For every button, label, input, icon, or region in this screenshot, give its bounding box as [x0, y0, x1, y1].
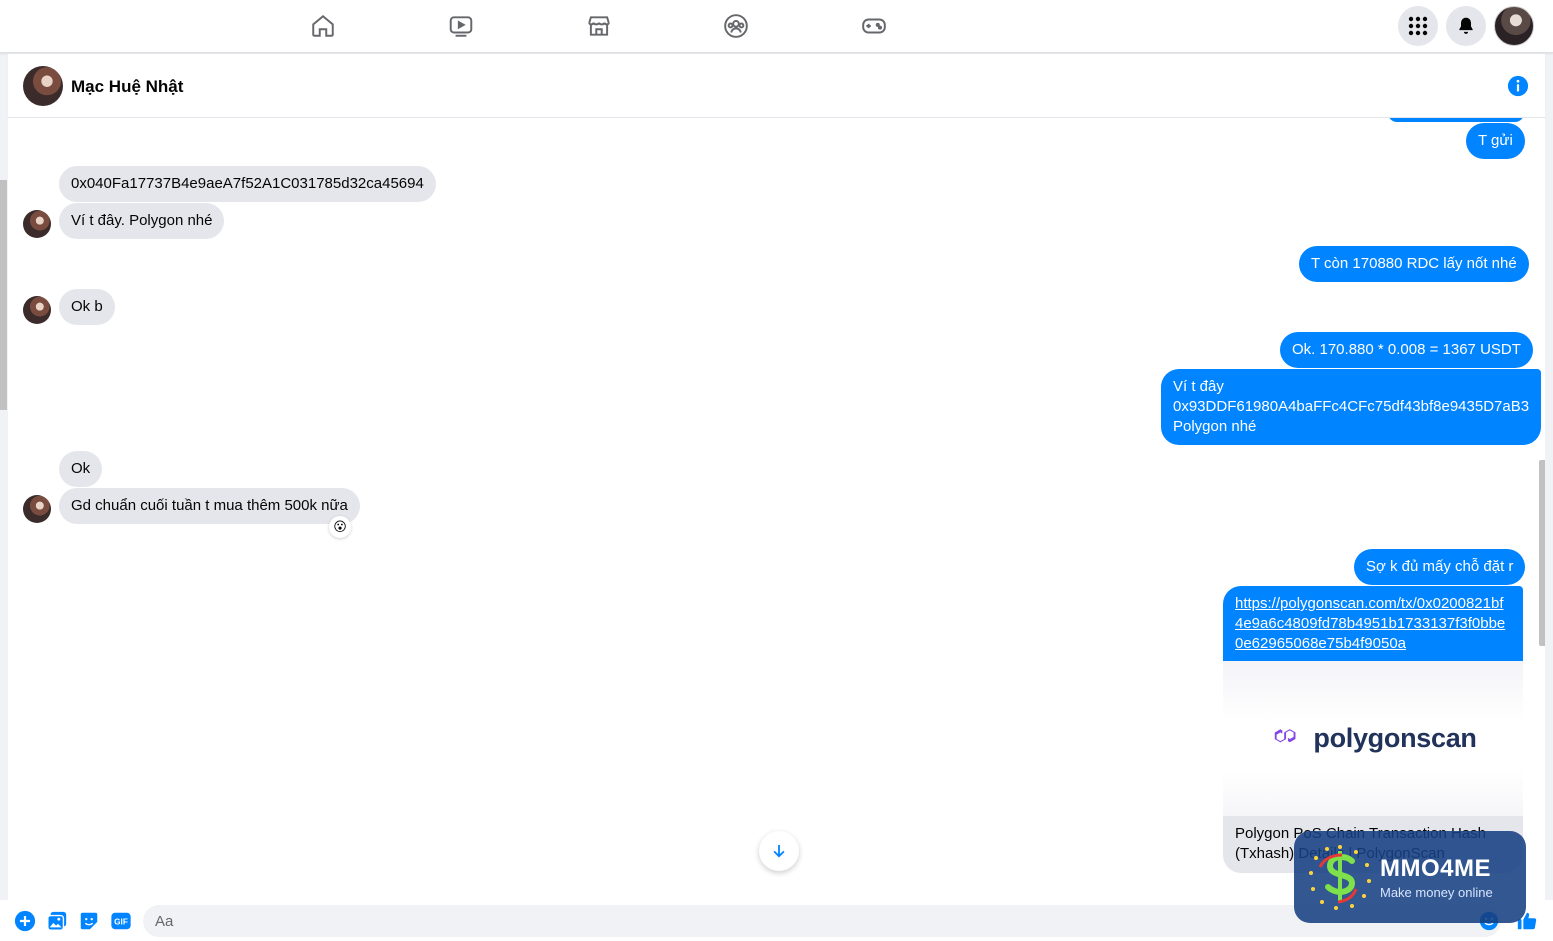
home-icon[interactable]	[308, 11, 338, 41]
top-navigation-bar	[0, 0, 1553, 53]
contact-avatar-small[interactable]	[23, 296, 51, 324]
message-bubble-incoming[interactable]: Ok	[59, 451, 103, 487]
message-bubble-incoming[interactable]: Gd chuẩn cuối tuần t mua thêm 500k nữa	[59, 488, 360, 524]
watermark-subtitle: Make money online	[1380, 884, 1493, 900]
message-bubble-outgoing[interactable]: Ok. 170.880 * 0.008 = 1367 USDT	[1280, 332, 1533, 368]
info-icon[interactable]	[1507, 75, 1529, 97]
link-preview-brand: polygonscan	[1313, 723, 1477, 753]
conversation-scrollbar[interactable]	[1539, 460, 1545, 646]
arrow-down-icon	[773, 845, 785, 858]
marketplace-icon[interactable]	[584, 11, 614, 41]
groups-icon[interactable]	[721, 11, 751, 41]
contact-avatar[interactable]	[23, 66, 63, 106]
message-line: Polygon nhé	[1173, 418, 1257, 435]
transaction-link[interactable]: https://polygonscan.com/tx/0x0200821bf4e…	[1235, 595, 1505, 652]
polygon-logo-icon	[1275, 728, 1296, 742]
svg-text:GIF: GIF	[114, 918, 128, 927]
gaming-icon[interactable]	[859, 11, 889, 41]
watermark-logo: MMO4ME Make money online	[1294, 831, 1526, 923]
message-line: Ví t đây	[1173, 378, 1224, 395]
notifications-bell-icon[interactable]	[1446, 6, 1486, 46]
watch-icon[interactable]	[446, 11, 476, 41]
profile-avatar[interactable]	[1494, 6, 1534, 46]
photo-icon[interactable]	[46, 910, 68, 932]
menu-grid-icon[interactable]	[1398, 6, 1438, 46]
message-bubble-outgoing-multiline[interactable]: Ví t đây 0x93DDF61980A4baFFc4CFc75df43bf…	[1161, 369, 1542, 445]
reaction-wow-emoji[interactable]: 😮	[329, 516, 351, 538]
watermark-title: MMO4ME	[1380, 854, 1491, 882]
message-bubble-incoming[interactable]: 0x040Fa17737B4e9aeA7f52A1C031785d32ca456…	[59, 166, 436, 202]
watermark-text: MMO4ME Make money online	[1380, 855, 1493, 900]
contact-avatar-small[interactable]	[23, 495, 51, 523]
gif-icon[interactable]: GIF	[110, 910, 132, 932]
message-bubble-incoming[interactable]: Ok b	[59, 289, 115, 325]
message-bubble-link[interactable]: https://polygonscan.com/tx/0x0200821bf4e…	[1223, 586, 1523, 662]
conversation-thread: T gửi 0x040Fa17737B4e9aeA7f52A1C031785d3…	[8, 118, 1545, 900]
message-bubble-outgoing[interactable]: T còn 170880 RDC lấy nốt nhé	[1299, 246, 1529, 282]
scroll-to-bottom-button[interactable]	[759, 831, 799, 871]
link-preview-image: polygonscan	[1223, 661, 1523, 816]
contact-avatar-small[interactable]	[23, 210, 51, 238]
contact-name[interactable]: Mạc Huệ Nhật	[71, 77, 183, 97]
wallet-address: 0x93DDF61980A4baFFc4CFc75df43bf8e9435D7a…	[1173, 398, 1530, 415]
sidebar-scrollbar[interactable]	[0, 180, 7, 410]
message-bubble-outgoing[interactable]: T gửi	[1466, 123, 1525, 159]
message-bubble-outgoing[interactable]: Sợ k đủ mấy chỗ đặt r	[1354, 549, 1526, 585]
message-bubble-incoming[interactable]: Ví t đây. Polygon nhé	[59, 203, 225, 239]
chat-header: Mạc Huệ Nhật	[8, 54, 1545, 118]
sticker-icon[interactable]	[78, 910, 100, 932]
plus-icon[interactable]	[14, 910, 36, 932]
dollar-stars-icon	[1309, 845, 1371, 910]
message-bubble-partial	[1388, 118, 1524, 122]
